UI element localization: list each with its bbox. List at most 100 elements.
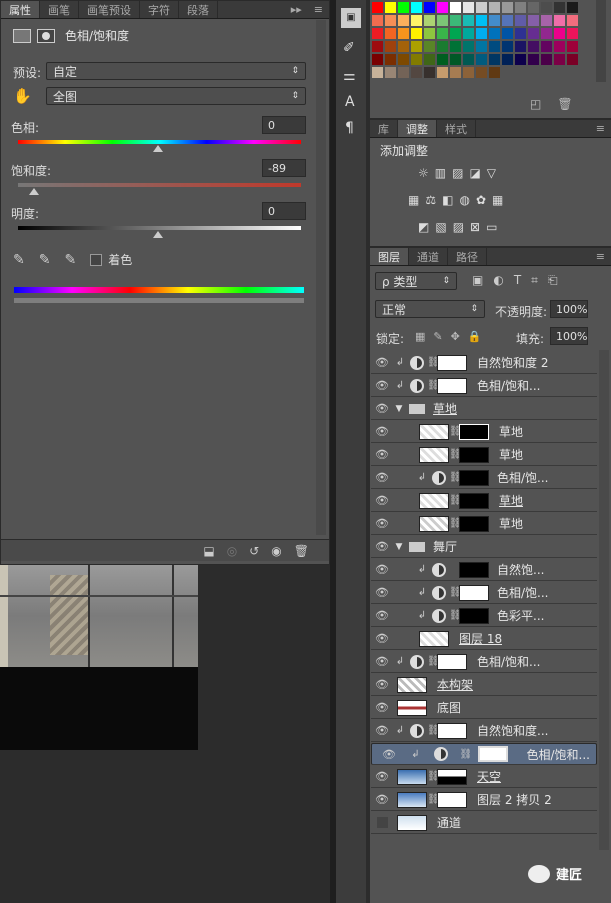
color-swatch[interactable] xyxy=(372,2,383,13)
lock-position-icon[interactable]: ✥ xyxy=(451,330,460,343)
layer-row[interactable]: 👁 ⛓ 草地 xyxy=(371,444,597,466)
color-swatch[interactable] xyxy=(411,41,422,52)
color-swatch[interactable] xyxy=(385,67,396,78)
eye-icon[interactable]: 👁 xyxy=(371,517,393,530)
saturation-input[interactable]: -89 xyxy=(262,159,306,177)
color-swatch[interactable] xyxy=(463,54,474,65)
color-swatch[interactable] xyxy=(476,67,487,78)
layer-row[interactable]: 👁 ⛓ 草地 xyxy=(371,490,597,512)
visibility-off-box[interactable] xyxy=(371,817,393,828)
color-swatch[interactable] xyxy=(476,54,487,65)
color-swatch[interactable] xyxy=(424,28,435,39)
color-swatch[interactable] xyxy=(424,15,435,26)
color-swatch[interactable] xyxy=(437,54,448,65)
color-swatch[interactable] xyxy=(411,15,422,26)
color-swatch[interactable] xyxy=(398,2,409,13)
colorize-checkbox[interactable] xyxy=(90,253,103,266)
new-swatch-icon[interactable]: ◰ xyxy=(530,97,541,111)
color-swatch[interactable] xyxy=(515,54,526,65)
color-swatch[interactable] xyxy=(450,15,461,26)
color-swatch[interactable] xyxy=(463,41,474,52)
delete-swatch-icon[interactable]: 🗑 xyxy=(557,97,572,111)
layer-row[interactable]: 通道 xyxy=(371,812,597,834)
tab-adjustments[interactable]: 调整 xyxy=(398,120,437,137)
layer-name[interactable]: 色相/饱和... xyxy=(477,377,541,394)
tab-properties[interactable]: 属性 xyxy=(1,1,40,18)
tab-paths[interactable]: 路径 xyxy=(448,248,487,265)
tab-library[interactable]: 库 xyxy=(370,120,398,137)
color-swatch[interactable] xyxy=(411,2,422,13)
color-swatch[interactable] xyxy=(385,28,396,39)
color-swatch[interactable] xyxy=(463,67,474,78)
vibrance-icon[interactable]: ▽ xyxy=(487,166,496,180)
eye-icon[interactable]: 👁 xyxy=(371,609,393,622)
eye-icon[interactable]: 👁 xyxy=(371,586,393,599)
invert-icon[interactable]: ◩ xyxy=(418,220,429,234)
color-swatch[interactable] xyxy=(437,67,448,78)
lock-transparent-icon[interactable]: ▦ xyxy=(415,330,425,343)
layer-name[interactable]: 通道 xyxy=(437,814,461,831)
color-swatch[interactable] xyxy=(528,28,539,39)
tab-paragraph[interactable]: 段落 xyxy=(179,1,218,18)
filter-type-icon[interactable]: T xyxy=(514,273,521,288)
preset-select[interactable]: 自定 ⇕ xyxy=(46,62,306,80)
swatch-scrollbar[interactable] xyxy=(596,0,606,82)
lock-all-icon[interactable]: 🔒 xyxy=(468,330,482,343)
color-swatch[interactable] xyxy=(372,67,383,78)
color-swatch[interactable] xyxy=(372,41,383,52)
panel-menu-icon[interactable]: ≡ xyxy=(590,250,611,263)
hue-slider-thumb[interactable] xyxy=(153,145,163,152)
color-swatch[interactable] xyxy=(450,67,461,78)
layer-row-selected[interactable]: 👁 ↲ ⛓ 色相/饱和... xyxy=(371,743,597,765)
color-swatch[interactable] xyxy=(372,54,383,65)
color-swatch[interactable] xyxy=(528,2,539,13)
color-swatch[interactable] xyxy=(502,41,513,52)
color-balance-icon[interactable]: ⚖ xyxy=(425,193,436,207)
black-white-icon[interactable]: ◧ xyxy=(442,193,453,207)
eye-icon[interactable]: 👁 xyxy=(371,793,393,806)
layer-row[interactable]: 👁 ⛓ 草地 xyxy=(371,421,597,443)
eye-icon[interactable]: 👁 xyxy=(371,655,393,668)
tab-channels[interactable]: 通道 xyxy=(409,248,448,265)
eyedropper-plus-icon[interactable]: ✎ xyxy=(39,252,51,268)
eye-icon[interactable]: 👁 xyxy=(371,471,393,484)
color-swatch[interactable] xyxy=(567,2,578,13)
tab-brush-presets[interactable]: 画笔预设 xyxy=(79,1,140,18)
layer-row[interactable]: 👁 ↲ ⛓ 自然饱和度... xyxy=(371,720,597,742)
color-swatch[interactable] xyxy=(411,28,422,39)
panel-menu-icon[interactable]: ≡ xyxy=(590,122,611,135)
color-swatch[interactable] xyxy=(528,54,539,65)
color-swatch[interactable] xyxy=(450,2,461,13)
layer-row[interactable]: 👁 底图 xyxy=(371,697,597,719)
color-swatch[interactable] xyxy=(463,15,474,26)
hand-tool-icon[interactable]: ✋ xyxy=(13,87,32,105)
color-swatch[interactable] xyxy=(450,28,461,39)
color-swatch[interactable] xyxy=(411,54,422,65)
layer-row[interactable]: 👁 ⛓ 草地 xyxy=(371,513,597,535)
color-swatch[interactable] xyxy=(515,28,526,39)
paragraph-icon[interactable]: ¶ xyxy=(345,120,357,136)
expand-arrow-icon[interactable]: ▼ xyxy=(393,404,405,414)
saturation-slider-thumb[interactable] xyxy=(29,188,39,195)
mask-icon[interactable] xyxy=(37,28,55,43)
color-swatch[interactable] xyxy=(398,28,409,39)
color-swatch[interactable] xyxy=(424,2,435,13)
layer-row[interactable]: 👁 ↲ ⛓ 色彩平... xyxy=(371,605,597,627)
posterize-icon[interactable]: ▧ xyxy=(435,220,446,234)
eye-icon[interactable]: 👁 xyxy=(371,425,393,438)
levels-icon[interactable]: ▥ xyxy=(435,166,446,180)
eye-icon[interactable]: 👁 xyxy=(371,494,393,507)
color-swatch[interactable] xyxy=(567,15,578,26)
eye-icon[interactable]: 👁 xyxy=(371,448,393,461)
color-swatch[interactable] xyxy=(437,41,448,52)
layer-name[interactable]: 图层 18 xyxy=(459,630,502,647)
brightness-icon[interactable]: ☼ xyxy=(418,166,429,180)
blend-mode-select[interactable]: 正常 ⇕ xyxy=(375,300,485,318)
color-swatch[interactable] xyxy=(476,28,487,39)
panel-collapse-icon[interactable]: ▸▸ xyxy=(285,3,308,16)
eye-icon[interactable]: 👁 xyxy=(371,540,393,553)
layer-name[interactable]: 色相/饱和... xyxy=(477,653,541,670)
layer-name[interactable]: 本构架 xyxy=(437,676,473,693)
layer-filter-select[interactable]: ρ 类型 ⇕ xyxy=(375,272,457,290)
color-swatch[interactable] xyxy=(424,54,435,65)
